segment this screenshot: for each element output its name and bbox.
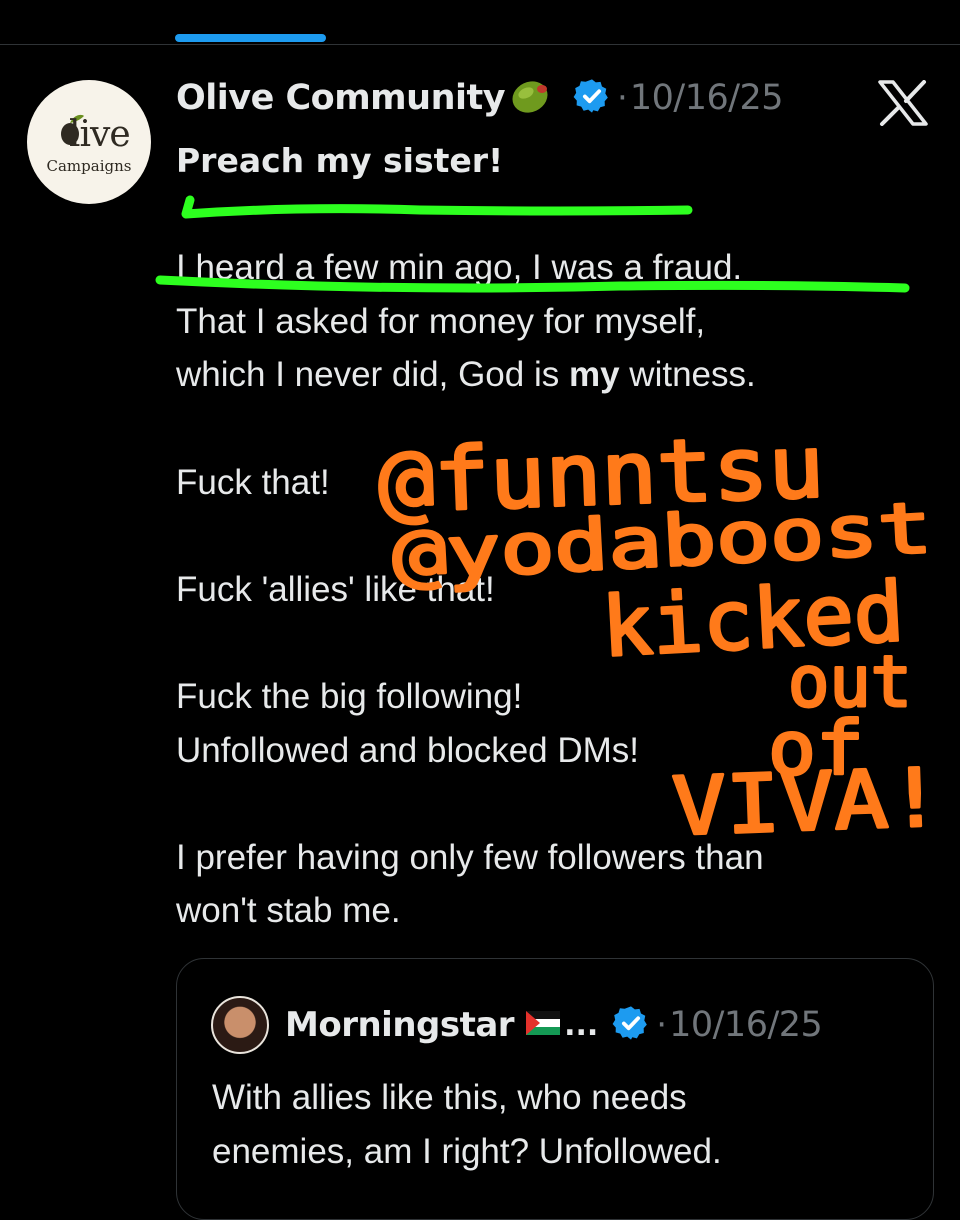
- palestine-flag-icon: [526, 1011, 561, 1039]
- quote-avatar[interactable]: [211, 996, 269, 1054]
- olive-emoji-icon: [509, 76, 551, 120]
- post-line: Fuck 'allies' like that!: [176, 569, 495, 609]
- post-date[interactable]: 10/16/25: [630, 78, 784, 118]
- quote-line: With allies like this, who needs: [212, 1078, 687, 1117]
- x-logo-icon[interactable]: [878, 80, 928, 126]
- quote-display-name[interactable]: Morningstar: [285, 1005, 515, 1045]
- top-divider: [0, 44, 960, 45]
- quote-header: Morningstar ... · 10/16/25: [285, 1001, 823, 1049]
- avatar-logo-sub: Campaigns: [46, 157, 132, 175]
- post-line: That I asked for money for myself,: [176, 301, 706, 341]
- post-header: Olive Community · 10/16/25: [176, 76, 784, 120]
- post-line: Unfollowed and blocked DMs!: [176, 730, 640, 770]
- post-line: Preach my sister!: [176, 141, 504, 180]
- post-line: Fuck the big following!: [176, 676, 523, 716]
- post-text-bold: my: [568, 355, 620, 395]
- header-separator: ·: [617, 78, 628, 118]
- post-line: Fuck that!: [176, 462, 330, 502]
- post-text-segment: witness.: [619, 355, 756, 395]
- post-text-segment: which I never did, God is: [176, 355, 569, 395]
- display-name[interactable]: Olive Community: [176, 78, 506, 118]
- tab-indicator: [175, 34, 326, 42]
- post-line: won't stab me.: [176, 891, 401, 931]
- post-body: Preach my sister! I heard a few min ago,…: [176, 134, 936, 938]
- quote-body: With allies like this, who needs enemies…: [212, 1071, 912, 1179]
- avatar[interactable]: live Campaigns: [27, 80, 151, 204]
- verified-badge-icon: [612, 1004, 650, 1046]
- post-line: which I never did, God is my witness.: [176, 348, 936, 402]
- quote-line: enemies, am I right? Unfollowed.: [212, 1132, 722, 1171]
- verified-badge-icon: [573, 77, 611, 119]
- post-line: I heard a few min ago, I was a fraud.: [176, 248, 743, 288]
- avatar-logo-word: live: [69, 114, 131, 155]
- quote-separator: ·: [656, 1005, 668, 1045]
- post-line: I prefer having only few followers than: [176, 837, 764, 877]
- quote-name-ellipsis: ...: [564, 1007, 599, 1043]
- quote-date[interactable]: 10/16/25: [669, 1005, 823, 1045]
